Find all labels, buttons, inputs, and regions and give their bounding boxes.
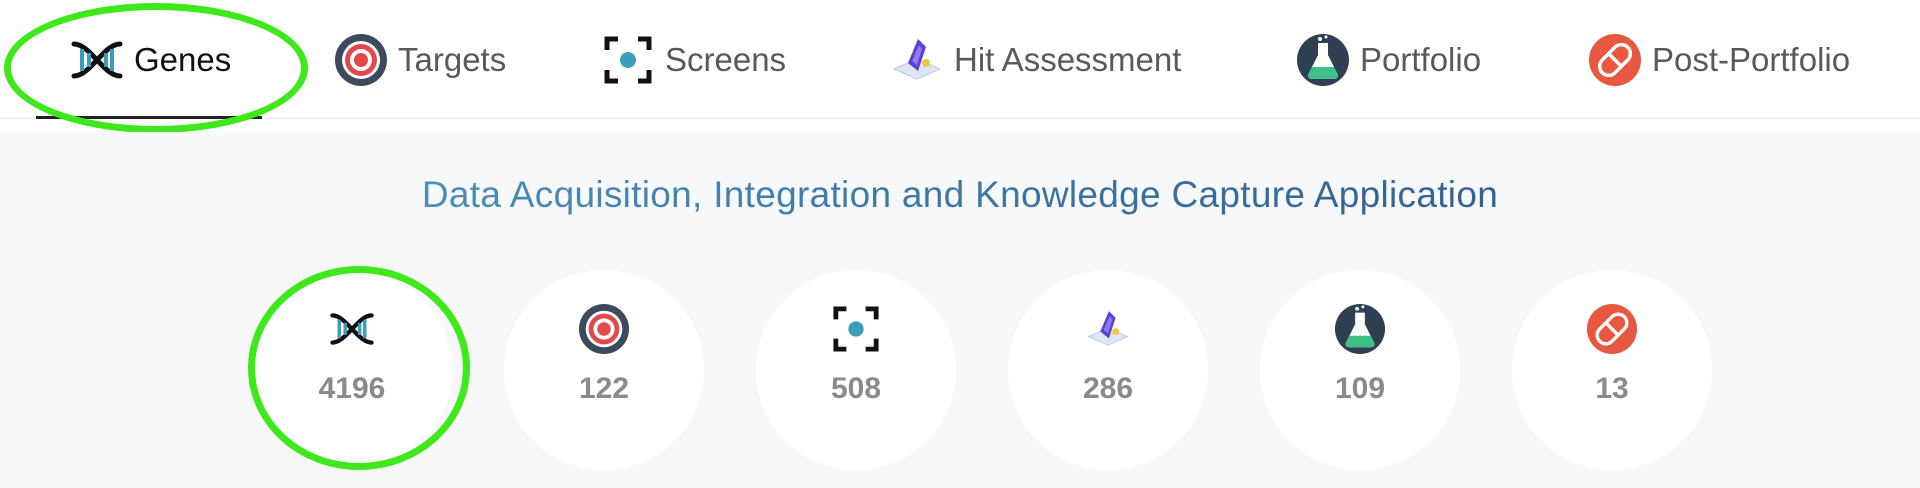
page-title: Data Acquisition, Integration and Knowle… [0, 174, 1920, 216]
tab-targets[interactable]: Targets [334, 24, 506, 96]
tab-screens[interactable]: Screens [601, 24, 786, 96]
dna-icon [325, 302, 379, 356]
pill-icon [1585, 302, 1639, 356]
screen-focus-icon [829, 302, 883, 356]
tab-hit-assessment[interactable]: Hit Assessment [890, 24, 1181, 96]
stat-value: 122 [578, 372, 630, 405]
flask-icon [1296, 33, 1350, 87]
stat-value: 508 [830, 372, 882, 405]
dashboard-main: Data Acquisition, Integration and Knowle… [0, 132, 1920, 488]
target-icon [577, 302, 631, 356]
target-icon [334, 33, 388, 87]
tab-label: Screens [665, 41, 787, 78]
stat-card-genes[interactable]: 4196 [252, 270, 452, 470]
dna-icon [70, 33, 124, 87]
tab-label: Portfolio [1360, 41, 1482, 78]
stat-value: 4196 [318, 372, 386, 405]
stat-card-portfolio[interactable]: 109 [1260, 270, 1460, 470]
stat-card-targets[interactable]: 122 [504, 270, 704, 470]
stat-value: 286 [1082, 372, 1134, 405]
pill-icon [1588, 33, 1642, 87]
hit-crystal-icon [1081, 302, 1135, 356]
screen-focus-icon [601, 33, 655, 87]
stat-card-screens[interactable]: 508 [756, 270, 956, 470]
stat-value: 13 [1595, 372, 1629, 405]
tab-post-portfolio[interactable]: Post-Portfolio [1588, 24, 1850, 96]
tab-label: Targets [398, 41, 507, 78]
stat-card-post-portfolio[interactable]: 13 [1512, 270, 1712, 470]
flask-icon [1333, 302, 1387, 356]
tab-genes[interactable]: Genes [70, 24, 231, 96]
stat-card-hit-assessment[interactable]: 286 [1008, 270, 1208, 470]
tab-portfolio[interactable]: Portfolio [1296, 24, 1481, 96]
hit-crystal-icon [890, 33, 944, 87]
top-nav: Genes Targets Screens Hit Assessment Por… [0, 0, 1920, 119]
active-tab-underline [36, 116, 262, 119]
tab-label: Hit Assessment [954, 41, 1182, 78]
stat-value: 109 [1334, 372, 1386, 405]
tab-label: Post-Portfolio [1652, 41, 1851, 78]
tab-label: Genes [134, 41, 232, 78]
